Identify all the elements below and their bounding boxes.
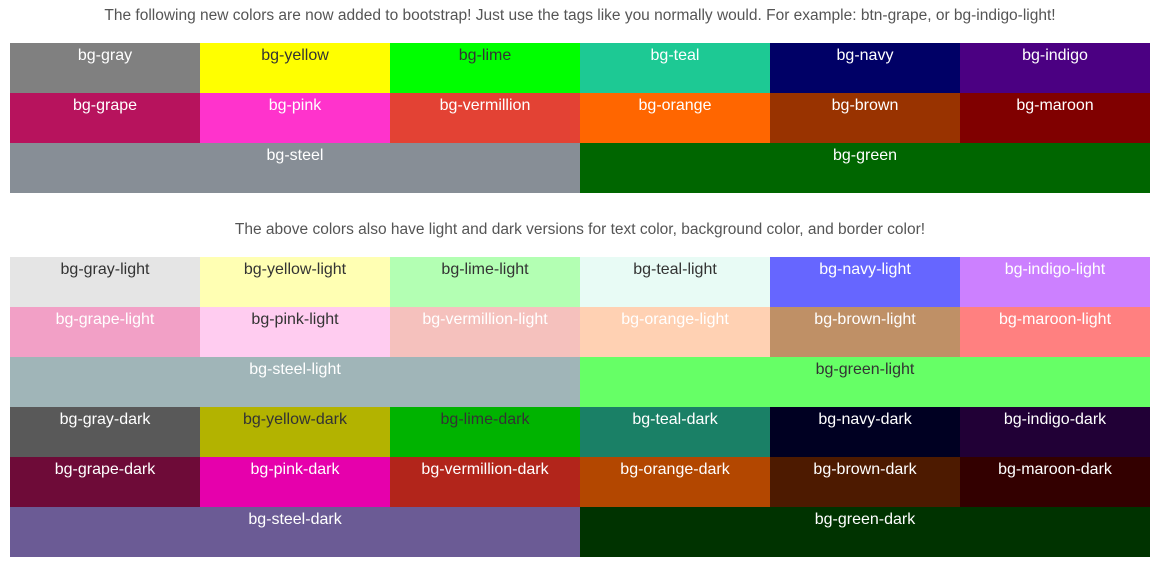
color-swatch-bg-steel-light: bg-steel-light (10, 357, 580, 407)
color-swatch-bg-maroon-light: bg-maroon-light (960, 307, 1150, 357)
color-swatch-bg-pink-light: bg-pink-light (200, 307, 390, 357)
color-swatch-bg-teal: bg-teal (580, 43, 770, 93)
color-swatch-bg-navy-dark: bg-navy-dark (770, 407, 960, 457)
color-swatch-bg-indigo-dark: bg-indigo-dark (960, 407, 1150, 457)
color-swatch-bg-navy-light: bg-navy-light (770, 257, 960, 307)
color-swatch-bg-vermillion-light: bg-vermillion-light (390, 307, 580, 357)
color-swatch-bg-orange-dark: bg-orange-dark (580, 457, 770, 507)
color-swatch-bg-orange-light: bg-orange-light (580, 307, 770, 357)
color-swatch-bg-grape-light: bg-grape-light (10, 307, 200, 357)
color-swatch-bg-yellow-light: bg-yellow-light (200, 257, 390, 307)
color-swatch-bg-teal-dark: bg-teal-dark (580, 407, 770, 457)
color-swatch-bg-navy: bg-navy (770, 43, 960, 93)
color-swatch-bg-maroon-dark: bg-maroon-dark (960, 457, 1150, 507)
color-swatch-bg-yellow-dark: bg-yellow-dark (200, 407, 390, 457)
color-swatch-bg-indigo: bg-indigo (960, 43, 1150, 93)
color-swatch-bg-steel-dark: bg-steel-dark (10, 507, 580, 557)
color-swatch-bg-vermillion-dark: bg-vermillion-dark (390, 457, 580, 507)
color-swatch-bg-brown: bg-brown (770, 93, 960, 143)
color-swatch-bg-gray-dark: bg-gray-dark (10, 407, 200, 457)
variant-color-swatch-grid: bg-gray-light bg-yellow-light bg-lime-ligh… (10, 257, 1150, 557)
color-swatch-bg-lime: bg-lime (390, 43, 580, 93)
color-swatch-bg-lime-dark: bg-lime-dark (390, 407, 580, 457)
base-color-swatch-grid: bg-gray bg-yellow bg-lime bg-teal bg-navy bg-… (10, 43, 1150, 193)
intro-text-light-dark-versions: The above colors also have light and dar… (234, 221, 926, 238)
color-swatch-bg-vermillion: bg-vermillion (390, 93, 580, 143)
color-swatch-bg-lime-light: bg-lime-light (390, 257, 580, 307)
color-swatch-bg-orange: bg-orange (580, 93, 770, 143)
intro-text-new-colors: The following new colors are now added t… (104, 7, 1056, 24)
color-swatch-bg-brown-light: bg-brown-light (770, 307, 960, 357)
color-swatch-bg-maroon: bg-maroon (960, 93, 1150, 143)
color-swatch-bg-grape-dark: bg-grape-dark (10, 457, 200, 507)
color-swatch-bg-indigo-light: bg-indigo-light (960, 257, 1150, 307)
color-swatch-bg-green-dark: bg-green-dark (580, 507, 1150, 557)
color-swatch-bg-gray-light: bg-gray-light (10, 257, 200, 307)
color-swatch-bg-grape: bg-grape (10, 93, 200, 143)
color-swatch-bg-green: bg-green (580, 143, 1150, 193)
color-swatch-bg-teal-light: bg-teal-light (580, 257, 770, 307)
color-swatch-bg-brown-dark: bg-brown-dark (770, 457, 960, 507)
color-swatch-bg-pink: bg-pink (200, 93, 390, 143)
color-swatch-bg-steel: bg-steel (10, 143, 580, 193)
color-swatch-bg-gray: bg-gray (10, 43, 200, 93)
color-swatch-bg-pink-dark: bg-pink-dark (200, 457, 390, 507)
color-swatch-bg-yellow: bg-yellow (200, 43, 390, 93)
color-swatch-bg-green-light: bg-green-light (580, 357, 1150, 407)
